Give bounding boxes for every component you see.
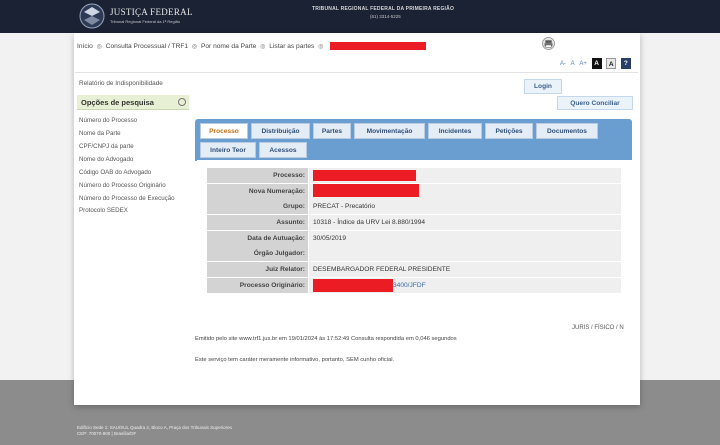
breadcrumb-separator-icon: ◎ [96,43,102,50]
breadcrumb-nome-parte[interactable]: Por nome da Parte [201,43,256,50]
tab-processo[interactable]: Processo [200,123,248,139]
sidebar-item-cpf-cnpj[interactable]: CPF/CNPJ da parte [79,141,189,154]
court-name: TRIBUNAL REGIONAL FEDERAL DA PRIMEIRA RE… [312,6,455,12]
field-value: 10318 - Índice da URV Lei 8.880/1994 [309,215,621,231]
issued-info: Emitido pelo site www.trf1.jus.br em 19/… [195,336,457,342]
tab-partes[interactable]: Partes [313,123,351,139]
collapse-toggle-icon[interactable] [178,98,186,106]
breadcrumb-separator-icon: ◎ [191,43,198,50]
tab-inteiro-teor[interactable]: Inteiro Teor [200,142,256,158]
logo-title: JUSTIÇA FEDERAL [110,7,193,17]
process-details-table: Processo: Nova Numeração: Grupo: PRECAT … [207,168,621,294]
breadcrumb-home[interactable]: Início [77,43,93,50]
justice-emblem-icon [79,3,105,29]
table-row: Assunto: 10318 - Índice da URV Lei 8.880… [207,215,621,231]
login-button[interactable]: Login [524,79,562,94]
sidebar-item-processo-execucao[interactable]: Número do Processo de Execução [79,192,189,205]
sidebar-item-processo-originario[interactable]: Número do Processo Originário [79,180,189,193]
site-header: JUSTIÇA FEDERAL Tribunal Regional Federa… [0,0,720,33]
sidebar-item-nome-advogado[interactable]: Nome do Advogado [79,154,189,167]
logo-subtitle: Tribunal Regional Federal da 1ª Região [110,19,181,24]
sidebar-item-oab[interactable]: Código OAB do Advogado [79,167,189,180]
breadcrumb-redacted-name [330,42,427,50]
redacted-origin-number [313,278,393,292]
field-label: Órgão Julgador: [207,246,308,262]
tab-incidentes[interactable]: Incidentes [428,123,482,139]
accessibility-controls: A- A A+ A A ? [560,58,634,70]
breadcrumb: Início ◎ Consulta Processual / TRF1 ◎ Po… [77,42,427,50]
field-value [309,183,621,199]
contrast-light-button[interactable]: A [606,58,617,69]
field-value [309,246,621,262]
search-options-header[interactable]: Opções de pesquisa [77,95,189,110]
field-label: Data de Autuação: [207,230,308,246]
field-value: 3400/JFDF [309,277,621,293]
tab-documentos[interactable]: Documentos [536,123,598,139]
site-logo[interactable]: JUSTIÇA FEDERAL Tribunal Regional Federa… [78,2,208,30]
footer-address-line2: CEP: 70070-900 | Brasília/DF [77,431,137,436]
tab-peticoes[interactable]: Petições [485,123,533,139]
report-link[interactable]: Relatório de Indisponibilidade [79,80,163,87]
breadcrumb-separator-icon: ◎ [260,43,266,50]
breadcrumb-separator-icon: ◎ [318,43,324,50]
conciliar-button[interactable]: Quero Conciliar [557,96,633,110]
table-row: Processo: [207,168,621,184]
font-decrease-button[interactable]: A- [560,61,566,67]
court-phone: (61) 3314-5225 [370,14,401,19]
table-row: Juiz Relator: DESEMBARGADOR FEDERAL PRES… [207,262,621,278]
field-label: Nova Numeração: [207,183,308,199]
field-label: Processo Originário: [207,277,308,293]
table-row: Nova Numeração: [207,183,621,200]
table-row: Órgão Julgador: [207,246,621,263]
juris-indicator: JURIS / FÍSICO / N [572,325,624,331]
search-options-title: Opções de pesquisa [81,98,154,107]
field-value [309,168,621,183]
help-button[interactable]: ? [620,58,631,69]
tab-acessos[interactable]: Acessos [259,142,307,158]
field-value: 30/05/2019 [309,230,621,246]
field-label: Processo: [207,168,308,183]
table-row: Data de Autuação: 30/05/2019 [207,230,621,247]
search-options-list: Número do Processo Nome da Parte CPF/CNP… [79,115,189,218]
disclaimer: Este serviço tem caráter meramente infor… [195,357,395,363]
breadcrumb-listar-partes[interactable]: Listar as partes [269,43,314,50]
tab-distribuicao[interactable]: Distribuição [251,123,310,139]
sidebar-item-numero-processo[interactable]: Número do Processo [79,115,189,128]
field-label: Juiz Relator: [207,262,308,278]
tab-movimentacao[interactable]: Movimentação [354,123,425,139]
sidebar-item-protocolo-sedex[interactable]: Protocolo SEDEX [79,205,189,218]
table-row: Processo Originário: 3400/JFDF [207,277,621,294]
font-normal-button[interactable]: A [571,61,575,67]
print-icon[interactable] [541,37,556,50]
sidebar-item-nome-parte[interactable]: Nome da Parte [79,128,189,141]
breadcrumb-consulta[interactable]: Consulta Processual / TRF1 [106,43,188,50]
origin-number-link[interactable]: 3400/JFDF [393,282,426,289]
contrast-dark-button[interactable]: A [591,58,602,69]
redacted-process-number [313,169,416,181]
footer-address: Edifício Sede 1: SAU/SUL Quadra 2, Bloco… [77,425,232,437]
field-value: PRECAT - Precatório [309,199,621,215]
field-label: Assunto: [207,215,308,231]
divider [75,72,638,73]
redacted-new-number [313,184,419,198]
field-label: Grupo: [207,199,308,215]
font-increase-button[interactable]: A+ [579,61,587,67]
table-row: Grupo: PRECAT - Precatório [207,199,621,216]
field-value: DESEMBARGADOR FEDERAL PRESIDENTE [309,262,621,278]
